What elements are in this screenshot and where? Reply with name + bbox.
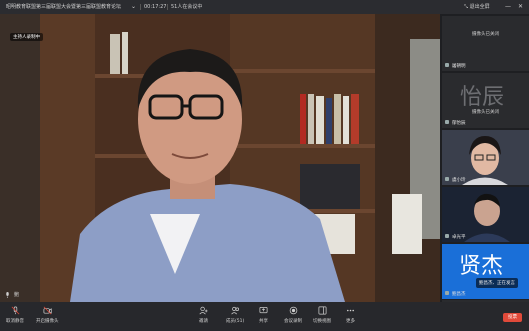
participant-name: 虞小玲 — [445, 177, 466, 183]
minimize-icon[interactable]: — — [505, 0, 511, 14]
participant-tile[interactable]: 卓光平 — [442, 187, 529, 242]
start-camera-label: 开启摄像头 — [36, 319, 59, 324]
participant-name: 鲍昌杰 — [445, 291, 466, 297]
members-button[interactable]: 成员(51) — [226, 306, 244, 324]
more-label: 更多 — [346, 319, 355, 324]
switch-view-label: 切换视图 — [313, 319, 331, 324]
members-label: 成员(51) — [226, 319, 245, 324]
title-bar: 昭明教育联盟第三届联盟大会暨第三届联盟教育论坛 ⌄ 00:17:27 51人在会… — [0, 0, 529, 14]
exit-fullscreen-label: 退出全屏 — [469, 4, 490, 10]
participant-count: 51人在会议中 — [171, 4, 203, 10]
mic-muted-icon — [11, 306, 19, 315]
participant-tile[interactable]: 虞小玲 — [442, 130, 529, 185]
participant-sidebar: 摄像头已关闭 屠朝明 怡辰 摄像头已关闭 郁怡辰 虞小玲 卓光平 贤杰 鲍昌杰 … — [440, 14, 529, 302]
recording-status-tag: 主持人录制中 — [10, 33, 43, 41]
mic-icon — [6, 292, 9, 298]
more-icon — [346, 309, 355, 312]
chevron-down-icon[interactable]: ⌄ — [131, 0, 136, 14]
more-button[interactable]: 更多 — [346, 306, 355, 324]
record-label: 会议录制 — [284, 319, 302, 324]
participant-caption: 怡辰 — [460, 85, 505, 110]
invite-icon — [199, 306, 208, 315]
mic-icon — [445, 63, 449, 67]
unmute-button[interactable]: 取消静音 — [6, 306, 24, 324]
camera-off-icon — [43, 306, 52, 315]
meeting-title: 昭明教育联盟第三届联盟大会暨第三届联盟教育论坛 — [6, 4, 122, 10]
speaker-video-frame — [0, 14, 440, 302]
mic-icon — [445, 120, 449, 124]
meeting-timer: 00:17:27 — [144, 4, 167, 10]
share-button[interactable]: 共享 — [259, 306, 268, 324]
speaking-indicator: 鲍昌杰、正在发言 — [476, 278, 518, 288]
mic-icon — [445, 234, 449, 238]
participant-tile[interactable]: 怡辰 摄像头已关闭 郁怡辰 — [442, 73, 529, 128]
record-button[interactable]: 会议录制 — [284, 306, 302, 324]
exit-fullscreen-button[interactable]: ⤡ 退出全屏 — [464, 0, 490, 14]
mic-icon — [445, 177, 449, 181]
divider — [167, 4, 168, 10]
invite-button[interactable]: 邀请 — [199, 306, 208, 324]
participant-caption: 贤杰 — [459, 254, 504, 279]
participant-name: 屠朝明 — [445, 63, 466, 69]
divider — [140, 4, 141, 10]
mic-icon — [445, 291, 449, 295]
record-icon — [289, 306, 297, 315]
main-video[interactable]: 主持人录制中 — [0, 14, 440, 302]
members-icon — [230, 306, 239, 315]
participant-name: 卓光平 — [445, 234, 466, 240]
camera-status: 摄像头已关闭 — [472, 32, 499, 37]
switch-view-button[interactable]: 切换视图 — [313, 306, 331, 324]
share-label: 共享 — [259, 319, 268, 324]
participant-tile[interactable]: 摄像头已关闭 屠朝明 — [442, 16, 529, 71]
participant-name: 郁怡辰 — [445, 120, 466, 126]
close-icon[interactable]: ✕ — [518, 0, 523, 14]
share-icon — [259, 306, 268, 314]
meeting-toolbar: 取消静音 开启摄像头 邀请 成员(51) 共享 会议录制 切换视图 更多 投票 — [0, 302, 529, 331]
start-camera-button[interactable]: 开启摄像头 — [36, 306, 59, 324]
invite-label: 邀请 — [199, 319, 208, 324]
participant-tile-active[interactable]: 贤杰 鲍昌杰 — [442, 244, 529, 299]
leave-button[interactable]: 投票 — [503, 313, 522, 322]
camera-status: 摄像头已关闭 — [472, 110, 499, 115]
unmute-label: 取消静音 — [6, 319, 24, 324]
layout-icon — [318, 306, 326, 315]
